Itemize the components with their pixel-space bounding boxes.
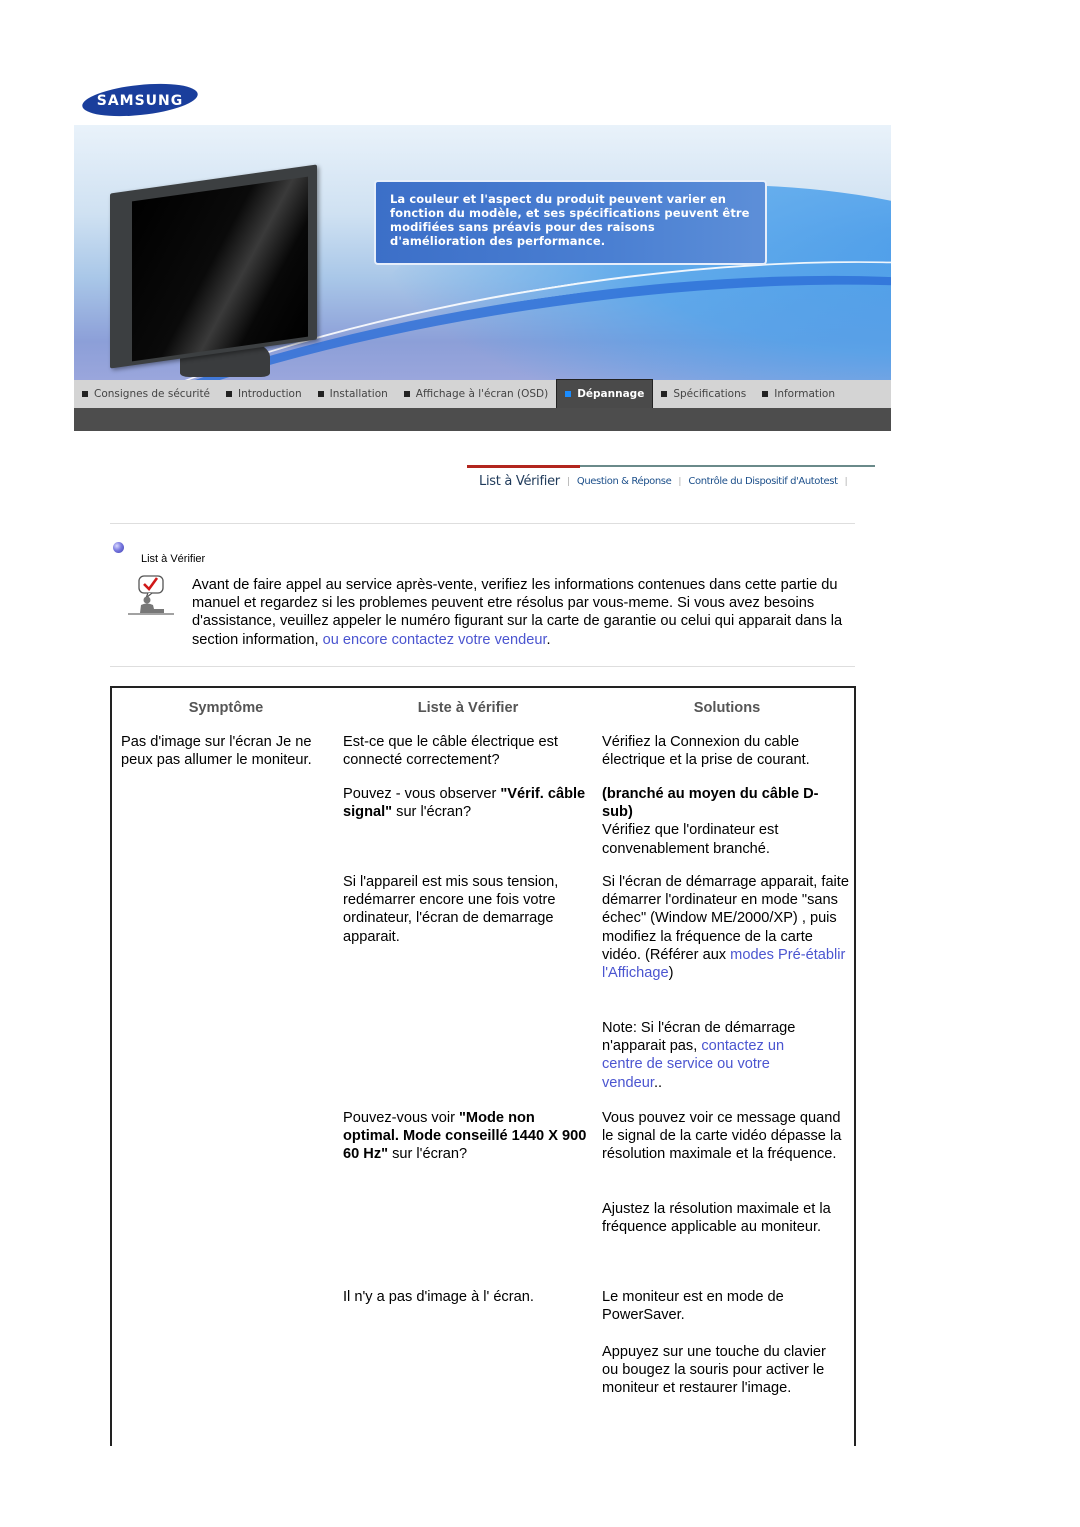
subtab-checklist[interactable]: List à Vérifier	[479, 474, 560, 489]
contact-vendor-link[interactable]: ou encore contactez votre vendeur	[323, 632, 547, 648]
nav-bottom-bar	[74, 408, 891, 431]
product-notice: La couleur et l'aspect du produit peuven…	[374, 180, 767, 265]
bullet-square-icon	[226, 391, 233, 397]
nav-item-specifications[interactable]: Spécifications	[653, 380, 754, 408]
section-title: List à Vérifier	[141, 553, 206, 565]
hero-banner: La couleur et l'aspect du produit peuven…	[74, 125, 891, 380]
divider	[110, 523, 855, 524]
check-cell: Il n'y a pas d'image à l' écran.	[343, 1289, 534, 1305]
solution-cell: Le moniteur est en mode de PowerSaver.	[602, 1289, 784, 1324]
nav-item-installation[interactable]: Installation	[310, 380, 396, 408]
nav-item-troubleshooting[interactable]: Dépannage	[556, 379, 654, 409]
nav-item-introduction[interactable]: Introduction	[218, 380, 310, 408]
nav-item-information[interactable]: Information	[754, 380, 843, 408]
solution-cell: Appuyez sur une touche du clavier ou bou…	[602, 1344, 826, 1397]
header-solutions: Solutions	[693, 700, 761, 716]
nav-item-safety[interactable]: Consignes de sécurité	[74, 380, 218, 408]
solution-cell: Vérifiez la Connexion du cable électriqu…	[602, 734, 810, 769]
troubleshooting-table: Symptôme Liste à Vérifier Solutions Pas …	[110, 686, 856, 1446]
samsung-logo: SAMSUNG	[82, 83, 198, 117]
active-tab-indicator	[467, 465, 580, 468]
check-cell: Pouvez - vous observer "Vérif. câble sig…	[343, 786, 586, 821]
logo-text: SAMSUNG	[97, 93, 184, 109]
subtab-qa[interactable]: Question & Réponse	[577, 476, 672, 487]
header-symptom: Symptôme	[188, 700, 264, 716]
check-cell: Si l'appareil est mis sous tension, redé…	[343, 874, 559, 945]
header-check: Liste à Vérifier	[417, 700, 519, 716]
check-cell: Est-ce que le câble électrique est conne…	[343, 734, 558, 769]
bullet-square-icon	[565, 391, 572, 397]
section-bullet-icon	[113, 542, 124, 553]
solution-cell: (branché au moyen du câble D-sub) Vérifie…	[602, 786, 819, 857]
nav-item-osd[interactable]: Affichage à l'écran (OSD)	[396, 380, 556, 408]
solution-cell: Vous pouvez voir ce message quand le sig…	[602, 1110, 842, 1163]
bullet-square-icon	[762, 391, 769, 397]
check-cell: Pouvez-vous voir "Mode non optimal. Mode…	[343, 1110, 587, 1163]
divider	[110, 666, 855, 667]
symptom-cell: Pas d'image sur l'écran Je ne peux pas a…	[121, 734, 312, 769]
monitor-image	[110, 157, 320, 377]
subtab-self-test[interactable]: Contrôle du Dispositif d'Autotest	[688, 476, 838, 487]
intro-paragraph: Avant de faire appel au service après-ve…	[192, 577, 843, 648]
note-cell: Note: Si l'écran de démarrage n'apparait…	[602, 1020, 796, 1091]
bullet-square-icon	[317, 391, 324, 397]
solution-cell: Ajustez la résolution maximale et la fré…	[602, 1201, 831, 1236]
bullet-square-icon	[82, 391, 88, 397]
main-nav: Consignes de sécurité Introduction Insta…	[74, 379, 891, 409]
bullet-square-icon	[403, 391, 410, 397]
solution-cell: Si l'écran de démarrage apparait, faite …	[602, 874, 849, 982]
checklist-person-icon	[128, 575, 174, 615]
bullet-square-icon	[661, 391, 668, 397]
